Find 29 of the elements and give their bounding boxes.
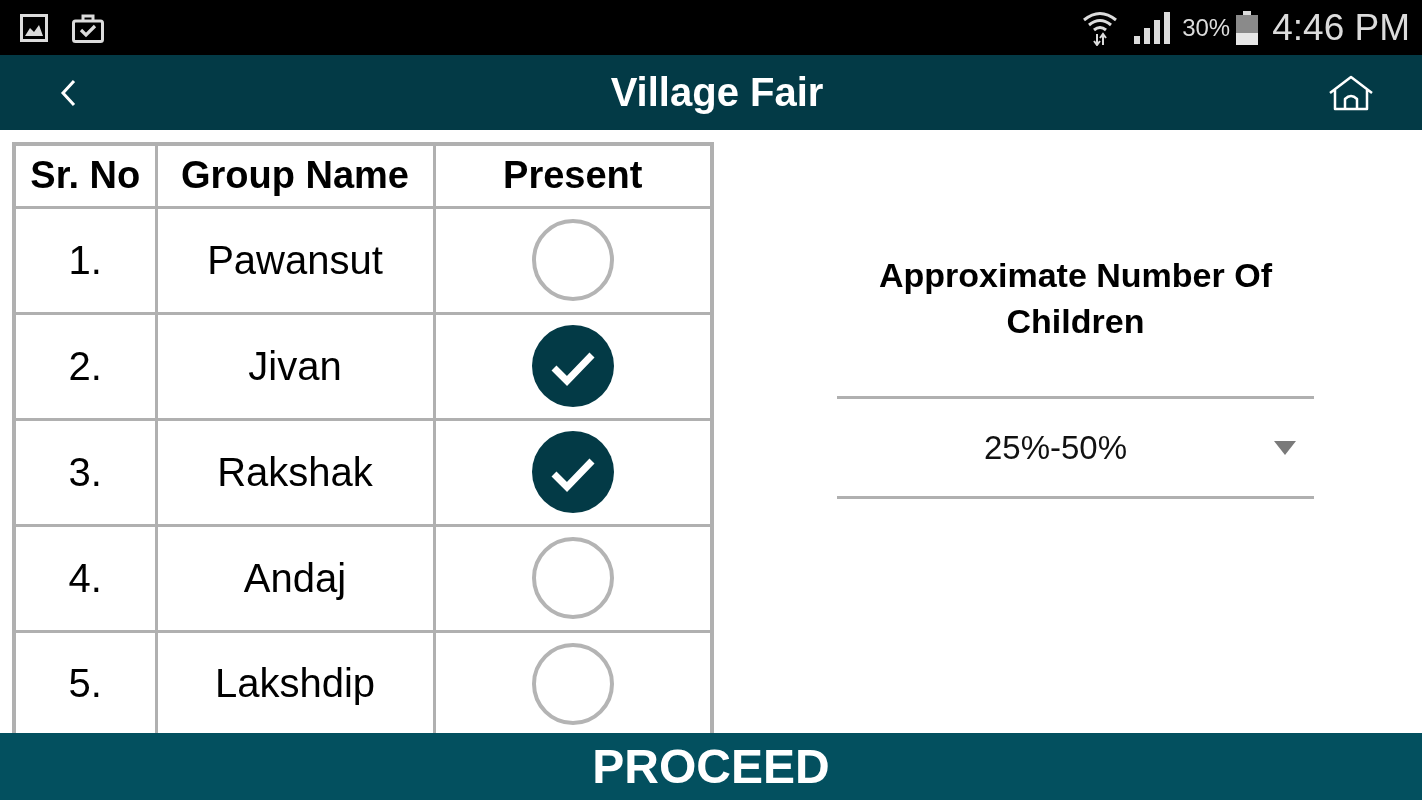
- table-cell: 3.: [14, 419, 156, 525]
- present-checkbox[interactable]: [531, 431, 614, 513]
- field-label: Approximate Number Of Children: [878, 255, 1273, 342]
- table-cell: 2.: [14, 313, 156, 419]
- clock: 4:46 PM: [1272, 6, 1410, 49]
- screen-title: Village Fair: [610, 70, 824, 115]
- table-cell: Pawansut: [156, 207, 434, 313]
- present-checkbox[interactable]: [531, 219, 614, 301]
- present-checkbox[interactable]: [531, 642, 614, 725]
- proceed-button[interactable]: PROCEED: [0, 733, 1422, 800]
- wifi-icon: [1082, 9, 1119, 46]
- table-cell: 4.: [14, 525, 156, 631]
- battery-percent: 30%: [1182, 13, 1231, 42]
- column-header: Sr. No: [14, 144, 156, 207]
- caret-icon: [1274, 440, 1296, 455]
- table-cell: Rakshak: [156, 419, 434, 525]
- home-icon: [1328, 74, 1374, 111]
- present-checkbox[interactable]: [531, 325, 614, 407]
- chevron-left-icon: [60, 78, 76, 107]
- present-checkbox[interactable]: [531, 537, 614, 619]
- table-cell: Jivan: [156, 313, 434, 419]
- battery-icon: [1236, 10, 1259, 45]
- signal-icon: [1134, 11, 1171, 44]
- table-cell: 1.: [14, 207, 156, 313]
- briefcase-check-icon: [72, 12, 104, 43]
- table-cell: Andaj: [156, 525, 434, 631]
- column-header: Group Name: [156, 144, 434, 207]
- children-dropdown[interactable]: 25%-50%: [837, 396, 1314, 499]
- image-icon: [20, 13, 48, 42]
